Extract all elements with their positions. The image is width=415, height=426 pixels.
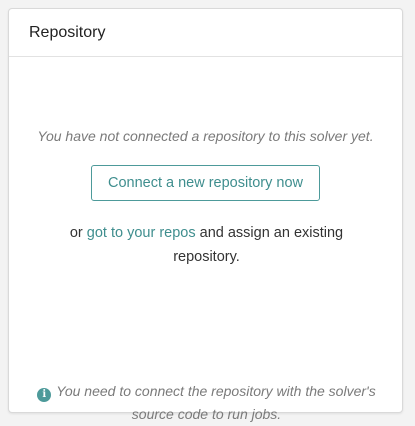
no-repository-message: You have not connected a repository to t… <box>37 128 374 144</box>
repository-card: Repository You have not connected a repo… <box>8 8 403 422</box>
go-to-repos-link[interactable]: got to your repos <box>87 225 196 241</box>
info-circle-icon: i <box>37 388 52 402</box>
assign-existing-text: or got to your repos and assign an exist… <box>49 221 364 269</box>
card-header: Repository <box>9 9 402 57</box>
card-body: You have not connected a repository to t… <box>9 57 402 422</box>
alt-suffix: and assign an existing repository. <box>173 225 344 265</box>
info-note: i You need to connect the repository with… <box>29 380 384 426</box>
connect-repository-button[interactable]: Connect a new repository now <box>91 165 320 201</box>
card-title: Repository <box>29 23 106 41</box>
info-message: You need to connect the repository with … <box>56 383 376 422</box>
alt-prefix: or <box>69 225 87 241</box>
